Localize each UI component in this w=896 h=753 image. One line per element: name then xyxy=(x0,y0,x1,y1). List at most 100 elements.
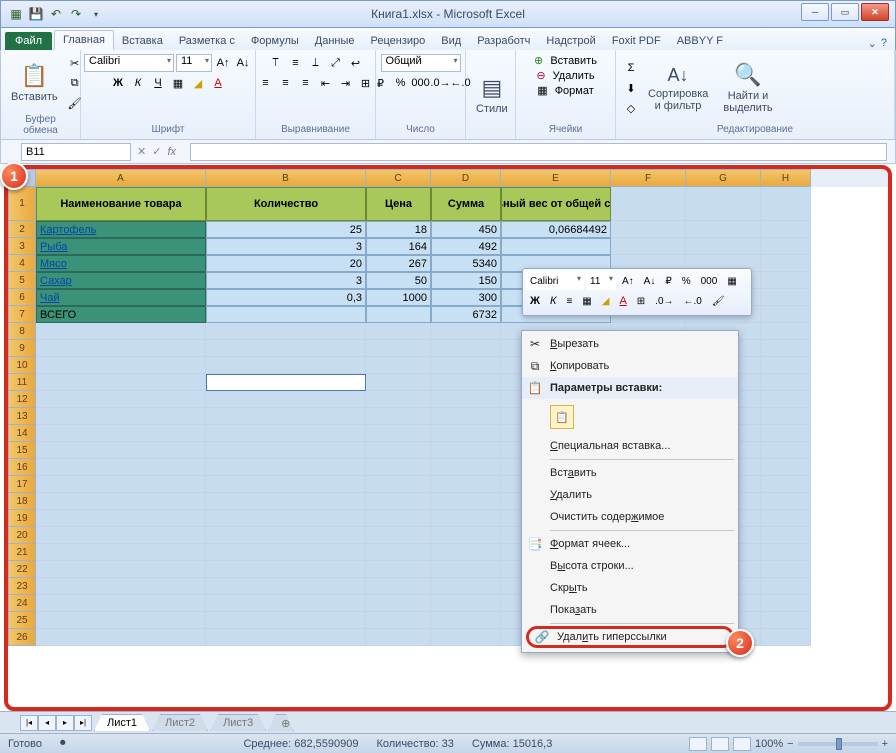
table-price-cell[interactable]: 50 xyxy=(366,272,431,289)
table-price-cell[interactable] xyxy=(366,306,431,323)
cell[interactable] xyxy=(431,561,501,578)
cell[interactable] xyxy=(431,493,501,510)
paste-button[interactable]: 📋 Вставить xyxy=(7,61,62,105)
cell[interactable] xyxy=(366,391,431,408)
mini-border-icon[interactable]: ▦ xyxy=(578,292,595,310)
table-name-cell[interactable]: ВСЕГО xyxy=(36,306,206,323)
minimize-button[interactable]: ─ xyxy=(801,3,829,21)
row-header-23[interactable]: 23 xyxy=(8,578,36,595)
border-icon[interactable]: ▦ xyxy=(169,74,187,92)
table-sum-cell[interactable]: 6732 xyxy=(431,306,501,323)
sheet-nav-next[interactable]: ▸ xyxy=(56,715,74,731)
table-header[interactable]: Удельный вес от общей суммы xyxy=(501,187,611,221)
col-header-F[interactable]: F xyxy=(611,169,686,187)
col-header-B[interactable]: B xyxy=(206,169,366,187)
cell[interactable] xyxy=(761,544,811,561)
mini-shrink-font-icon[interactable]: A↓ xyxy=(640,272,660,290)
maximize-button[interactable]: ▭ xyxy=(831,3,859,21)
cell[interactable] xyxy=(206,459,366,476)
row-header-21[interactable]: 21 xyxy=(8,544,36,561)
view-normal-icon[interactable] xyxy=(689,737,707,751)
cell[interactable] xyxy=(431,340,501,357)
cell[interactable] xyxy=(761,629,811,646)
cell[interactable] xyxy=(431,578,501,595)
tab-addins[interactable]: Надстрой xyxy=(538,32,603,50)
cell[interactable] xyxy=(206,527,366,544)
mini-percent-icon[interactable]: % xyxy=(678,272,695,290)
row-header-7[interactable]: 7 xyxy=(8,306,36,323)
table-sum-cell[interactable]: 300 xyxy=(431,289,501,306)
percent-icon[interactable]: % xyxy=(392,74,410,92)
cell[interactable] xyxy=(686,187,761,221)
mini-painter-icon[interactable]: 🖌 xyxy=(708,292,729,310)
cell[interactable] xyxy=(761,323,811,340)
cell[interactable] xyxy=(366,357,431,374)
cell[interactable] xyxy=(761,476,811,493)
mini-fill-icon[interactable]: ◢ xyxy=(598,292,614,310)
cell[interactable] xyxy=(431,527,501,544)
row-header-22[interactable]: 22 xyxy=(8,561,36,578)
cell[interactable] xyxy=(206,476,366,493)
cell[interactable] xyxy=(366,476,431,493)
cell[interactable] xyxy=(206,357,366,374)
cell[interactable] xyxy=(36,510,206,527)
table-name-cell[interactable]: Сахар xyxy=(36,272,206,289)
col-header-G[interactable]: G xyxy=(686,169,761,187)
undo-icon[interactable]: ↶ xyxy=(47,5,65,23)
cell[interactable] xyxy=(366,612,431,629)
table-qty-cell[interactable]: 0,3 xyxy=(206,289,366,306)
tab-formulas[interactable]: Формулы xyxy=(243,32,307,50)
cell[interactable] xyxy=(206,323,366,340)
cell[interactable] xyxy=(431,544,501,561)
cell[interactable] xyxy=(366,459,431,476)
cell[interactable] xyxy=(36,442,206,459)
cell[interactable] xyxy=(206,629,366,646)
cell[interactable] xyxy=(206,391,366,408)
sheet-tab-new[interactable]: ⊕ xyxy=(268,714,294,732)
table-header[interactable]: Сумма xyxy=(431,187,501,221)
cancel-formula-icon[interactable]: ✕ xyxy=(131,145,152,158)
tab-data[interactable]: Данные xyxy=(307,32,363,50)
name-box[interactable]: B11 xyxy=(21,143,131,161)
sheet-tab-2[interactable]: Лист2 xyxy=(152,714,208,731)
cell[interactable] xyxy=(761,221,811,238)
cell[interactable] xyxy=(431,629,501,646)
cell[interactable] xyxy=(761,374,811,391)
cell[interactable] xyxy=(761,595,811,612)
table-sum-cell[interactable]: 150 xyxy=(431,272,501,289)
tab-insert[interactable]: Вставка xyxy=(114,32,171,50)
cell[interactable] xyxy=(761,357,811,374)
currency-icon[interactable]: ₽ xyxy=(372,74,390,92)
mini-grow-font-icon[interactable]: A↑ xyxy=(618,272,638,290)
mini-currency-icon[interactable]: ₽ xyxy=(661,272,675,290)
ctx-row-height[interactable]: Высота строки... xyxy=(522,555,738,577)
cell[interactable] xyxy=(761,408,811,425)
grid[interactable]: 1Наименование товараКоличествоЦенаСуммаУ… xyxy=(8,187,888,707)
mini-italic-icon[interactable]: К xyxy=(546,292,560,310)
cell[interactable] xyxy=(36,612,206,629)
styles-button[interactable]: ▤ Стили xyxy=(472,73,512,117)
cell[interactable] xyxy=(761,306,811,323)
align-bottom-icon[interactable]: ⟘ xyxy=(307,54,325,72)
mini-incdec-icon[interactable]: .0→ xyxy=(651,292,677,310)
comma-icon[interactable]: 000 xyxy=(412,74,430,92)
font-name-combo[interactable]: Calibri xyxy=(84,54,174,72)
align-right-icon[interactable]: ≡ xyxy=(297,74,315,92)
tab-foxit[interactable]: Foxit PDF xyxy=(604,32,669,50)
cell[interactable] xyxy=(761,289,811,306)
cell[interactable] xyxy=(431,408,501,425)
redo-icon[interactable]: ↷ xyxy=(67,5,85,23)
cell[interactable] xyxy=(36,629,206,646)
mini-decdec-icon[interactable]: ←.0 xyxy=(680,292,706,310)
mini-table-icon[interactable]: ▦ xyxy=(723,272,740,290)
tab-layout[interactable]: Разметка с xyxy=(171,32,243,50)
cell[interactable] xyxy=(366,629,431,646)
cell[interactable] xyxy=(366,442,431,459)
cell[interactable] xyxy=(366,544,431,561)
table-name-cell[interactable]: Рыба xyxy=(36,238,206,255)
mini-comma-icon[interactable]: 000 xyxy=(697,272,722,290)
cell[interactable] xyxy=(761,493,811,510)
find-select-button[interactable]: 🔍 Найти и выделить xyxy=(716,60,780,116)
font-color-icon[interactable]: A xyxy=(209,74,227,92)
table-qty-cell[interactable]: 25 xyxy=(206,221,366,238)
